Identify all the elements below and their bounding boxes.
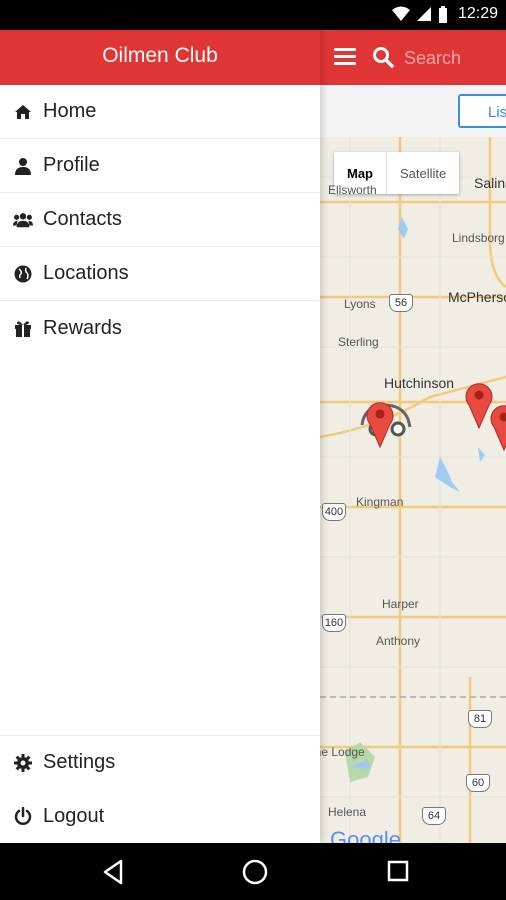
map-place-label: McPherson xyxy=(448,289,506,305)
map-pin-icon[interactable] xyxy=(465,381,493,429)
sub-toolbar: List xyxy=(320,85,506,137)
home-icon xyxy=(13,102,33,122)
google-logo-text: Google xyxy=(330,827,401,843)
nav-item-label: Contacts xyxy=(43,208,122,230)
map-place-label: Helena xyxy=(328,805,367,819)
map-place-label: Lindsborg xyxy=(452,231,505,245)
list-view-button[interactable]: List xyxy=(458,94,506,128)
system-nav-bar xyxy=(0,843,506,900)
nav-item-label: Locations xyxy=(43,262,129,284)
nav-item-contacts[interactable]: Contacts xyxy=(0,193,320,247)
main-content: Search List xyxy=(320,30,506,843)
nav-item-label: Home xyxy=(43,100,97,122)
status-time: 12:29 xyxy=(457,5,498,22)
app-screen: 12:29 Search List xyxy=(0,0,506,900)
nav-item-profile[interactable]: Profile xyxy=(0,139,320,193)
nav-item-label: Rewards xyxy=(43,316,122,339)
map-place-label: Lyons xyxy=(344,297,376,311)
search-input[interactable]: Search xyxy=(404,48,461,69)
nav-item-label: Profile xyxy=(43,154,100,176)
user-icon xyxy=(13,156,33,176)
search-icon[interactable] xyxy=(372,46,394,68)
wifi-icon xyxy=(391,6,410,21)
status-bar: 12:29 xyxy=(0,0,506,30)
back-icon[interactable] xyxy=(102,859,124,885)
highway-shield: 56 xyxy=(389,294,413,312)
battery-icon xyxy=(438,5,447,23)
globe-icon xyxy=(13,264,33,284)
highway-shield: 160 xyxy=(322,614,346,632)
signal-icon xyxy=(416,7,431,21)
map-type-satellite[interactable]: Satellite xyxy=(387,152,459,194)
status-icons: 12:29 xyxy=(391,5,498,23)
nav-item-home[interactable]: Home xyxy=(0,85,320,139)
map-place-label: Sterling xyxy=(338,335,379,349)
map-pin-icon[interactable] xyxy=(490,403,506,451)
map-place-label: Harper xyxy=(382,597,419,611)
menu-icon[interactable] xyxy=(334,48,356,66)
gift-icon xyxy=(13,318,33,338)
map-view[interactable]: Map Satellite Salina Ellsworth Lindsborg… xyxy=(320,137,506,843)
highway-shield: 400 xyxy=(322,503,346,521)
map-place-label: Medicine Lodge xyxy=(320,745,365,759)
highway-shield: 60 xyxy=(466,774,490,792)
map-place-label: Kingman xyxy=(356,495,404,509)
google-attribution: Google xyxy=(330,827,401,843)
nav-item-label: Logout xyxy=(43,804,105,827)
nav-item-settings[interactable]: Settings xyxy=(0,735,320,789)
map-place-label: Salina xyxy=(474,175,506,191)
navigation-drawer: Oilmen Club Home Profile Contacts Locati… xyxy=(0,30,320,843)
highway-shield: 64 xyxy=(422,807,446,825)
map-pin-icon[interactable] xyxy=(366,400,394,448)
app-bar: Search xyxy=(320,30,506,85)
nav-item-logout[interactable]: Logout xyxy=(0,789,320,843)
power-icon xyxy=(13,806,33,826)
home-nav-icon[interactable] xyxy=(242,859,268,885)
drawer-title: Oilmen Club xyxy=(0,30,320,85)
recents-icon[interactable] xyxy=(387,859,409,883)
nav-item-locations[interactable]: Locations xyxy=(0,247,320,301)
map-place-label: Hutchinson xyxy=(384,375,455,391)
nav-item-label: Settings xyxy=(43,751,116,773)
map-place-label: Anthony xyxy=(376,634,421,648)
map-place-label: Ellsworth xyxy=(328,183,377,197)
gear-icon xyxy=(13,753,33,773)
nav-item-rewards[interactable]: Rewards xyxy=(0,301,320,355)
highway-shield: 81 xyxy=(468,710,492,728)
users-icon xyxy=(13,210,33,230)
